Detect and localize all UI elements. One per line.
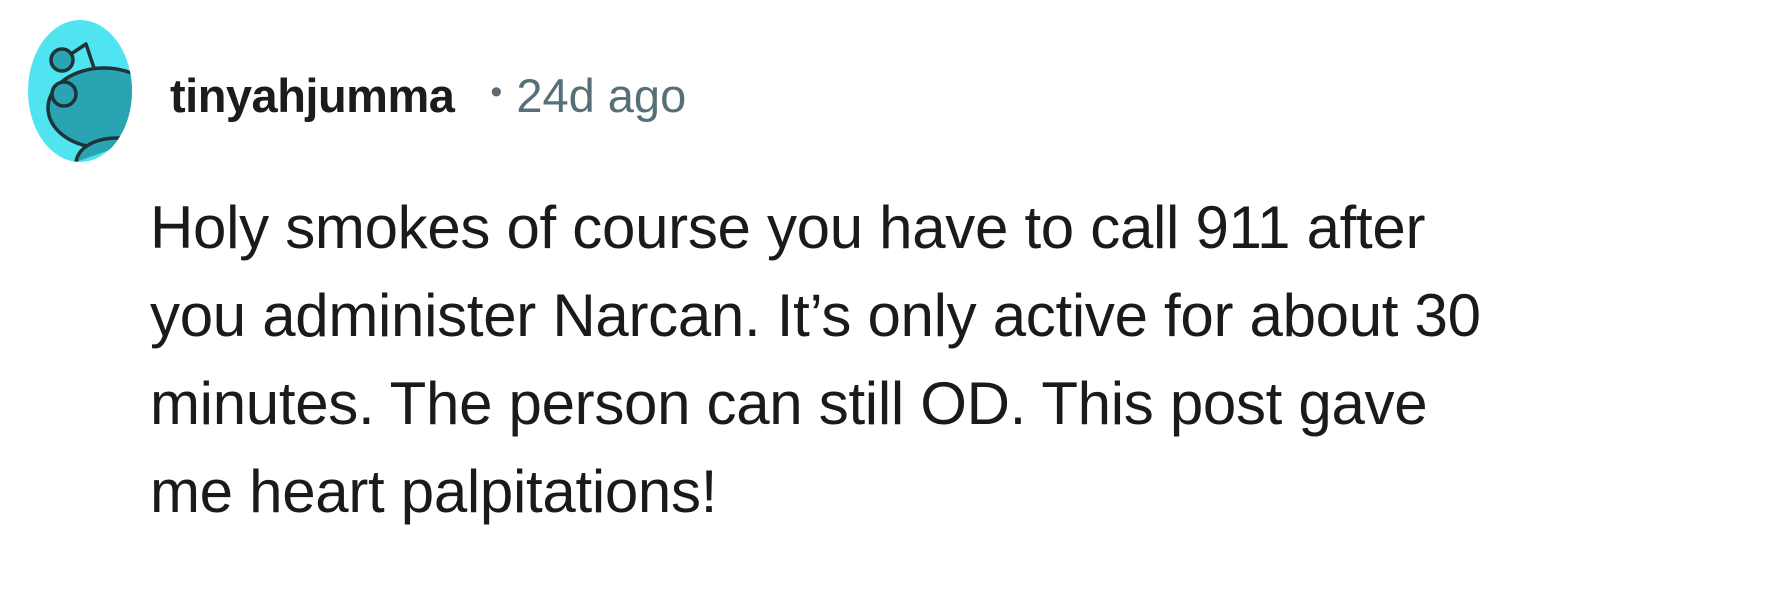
username[interactable]: tinyahjumma — [170, 68, 455, 123]
comment-meta: tinyahjumma • 24d ago — [170, 60, 686, 130]
avatar[interactable] — [28, 20, 132, 162]
timestamp[interactable]: 24d ago — [516, 68, 686, 123]
comment-body-line: Holy smokes of course you have to call 9… — [150, 194, 1426, 261]
comment-body-line: minutes. The person can still OD. This p… — [150, 370, 1428, 437]
comment-body-line: you administer Narcan. It’s only active … — [150, 282, 1481, 349]
comment-body-line: me heart palpitations! — [150, 458, 718, 525]
meta-separator: • — [490, 72, 503, 111]
comment-body: Holy smokes of course you have to call 9… — [150, 184, 1750, 536]
comment: tinyahjumma • 24d ago Holy smokes of cou… — [0, 0, 1776, 605]
reddit-snoo-avatar-icon — [46, 42, 132, 162]
